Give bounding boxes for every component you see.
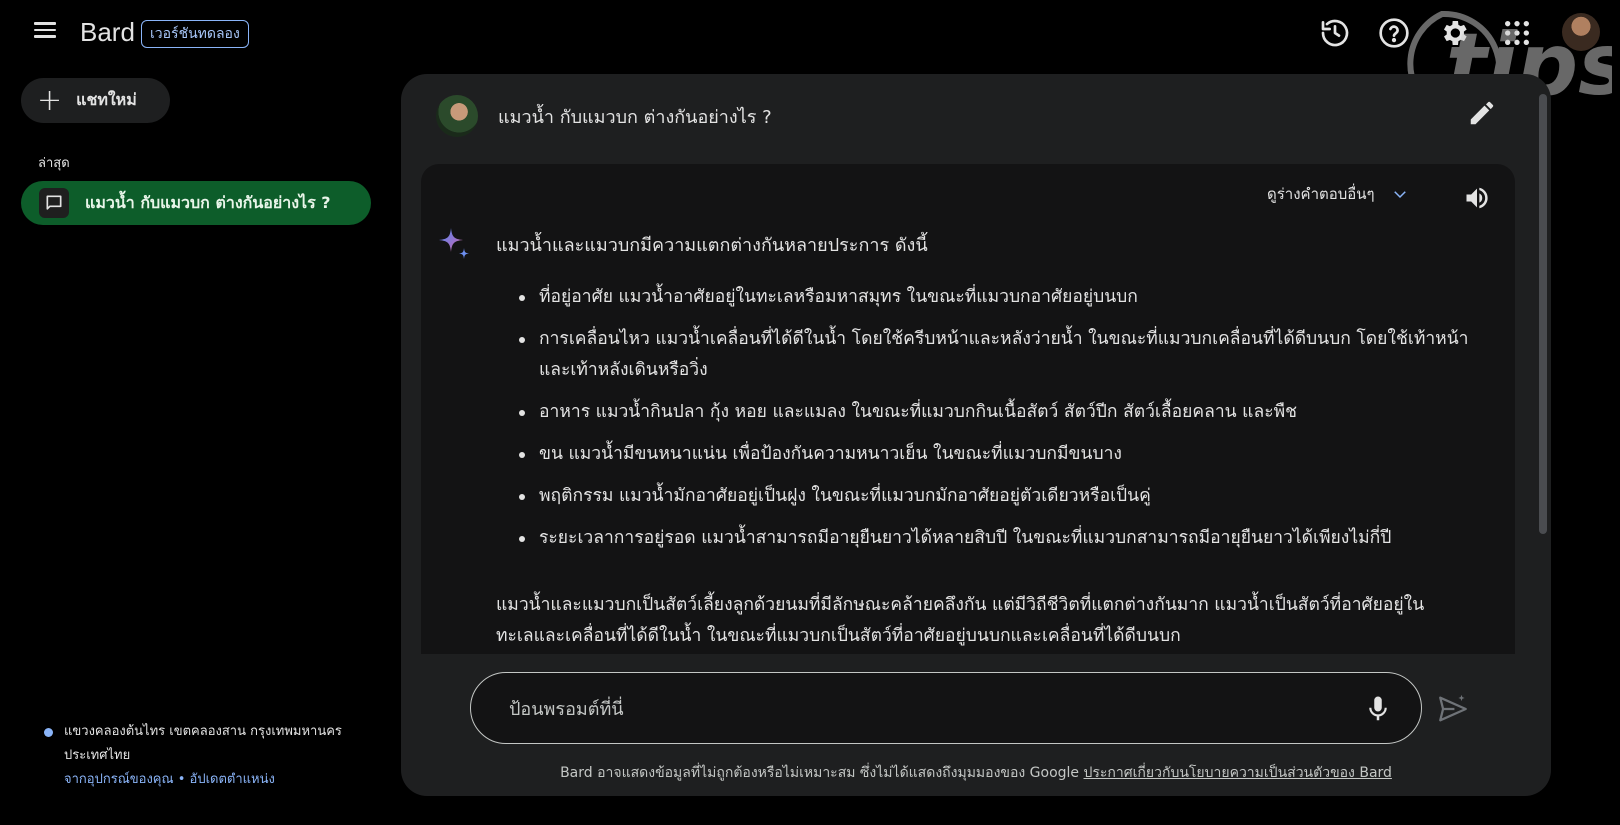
user-prompt-text: แมวน้ำ กับแมวบก ต่างกันอย่างไร ? xyxy=(498,106,772,128)
user-avatar xyxy=(436,95,478,137)
list-item: การเคลื่อนไหว แมวน้ำเคลื่อนที่ได้ดีในน้ำ… xyxy=(519,324,1469,386)
privacy-link[interactable]: ประกาศเกี่ยวกับนโยบายความเป็นส่วนตัวของ … xyxy=(1084,765,1392,781)
list-item: ที่อยู่อาศัย แมวน้ำอาศัยอยู่ในทะเลหรือมห… xyxy=(519,282,1469,313)
menu-icon[interactable] xyxy=(30,18,60,48)
account-avatar[interactable] xyxy=(1562,13,1600,51)
scrollbar-thumb[interactable] xyxy=(1539,94,1547,534)
response-summary: แมวน้ำและแมวบกเป็นสัตว์เลี้ยงลูกด้วยนมที… xyxy=(496,595,1425,646)
new-chat-label: แชทใหม่ xyxy=(76,90,137,109)
list-item: ระยะเวลาการอยู่รอด แมวน้ำสามารถมีอายุยืน… xyxy=(519,523,1469,554)
list-item: ขน แมวน้ำมีขนหนาแน่น เพื่อป้องกันความหนา… xyxy=(519,439,1469,470)
location-text: แขวงคลองต้นไทร เขตคลองสาน กรุงเทพมหานคร … xyxy=(64,724,342,763)
bard-response: ดูร่างคำตอบอื่นๆ แมวน้ำและแมวบกมีความแตก… xyxy=(421,164,1515,654)
response-list: ที่อยู่อาศัย แมวน้ำอาศัยอยู่ในทะเลหรือมห… xyxy=(519,282,1469,565)
microphone-icon[interactable] xyxy=(1363,693,1393,725)
experiment-badge: เวอร์ชันทดลอง xyxy=(141,20,249,48)
edit-pencil-icon[interactable] xyxy=(1467,98,1497,128)
list-item: พฤติกรรม แมวน้ำมักอาศัยอยู่เป็นฝูง ในขณะ… xyxy=(519,481,1469,512)
new-chat-button[interactable]: + แชทใหม่ xyxy=(21,78,170,123)
settings-icon[interactable] xyxy=(1438,17,1470,49)
help-icon[interactable] xyxy=(1378,17,1410,49)
location-separator: • xyxy=(177,772,186,787)
recent-heading: ล่าสุด xyxy=(38,156,70,171)
app-logo[interactable]: Bard xyxy=(80,17,135,48)
drafts-label: ดูร่างคำตอบอื่นๆ xyxy=(1267,185,1375,203)
prompt-box[interactable] xyxy=(470,672,1422,744)
recent-chat-item[interactable]: แมวน้ำ กับแมวบก ต่างกันอย่างไร ? xyxy=(21,181,371,225)
chevron-down-icon xyxy=(1393,191,1406,199)
list-item: อาหาร แมวน้ำกินปลา กุ้ง หอย และแมลง ในขณ… xyxy=(519,397,1469,428)
bard-sparkle-icon xyxy=(439,228,469,259)
location-info: แขวงคลองต้นไทร เขตคลองสาน กรุงเทพมหานคร … xyxy=(44,720,364,792)
disclaimer: Bard อาจแสดงข้อมูลที่ไม่ถูกต้องหรือไม่เห… xyxy=(401,762,1551,784)
apps-grid-icon[interactable] xyxy=(1501,17,1533,49)
chat-bubble-icon xyxy=(39,188,69,218)
speaker-icon[interactable] xyxy=(1463,184,1491,212)
send-icon[interactable] xyxy=(1436,692,1470,726)
location-source-link[interactable]: จากอุปกรณ์ของคุณ xyxy=(64,772,174,787)
prompt-input[interactable] xyxy=(509,693,1329,725)
chat-panel: แมวน้ำ กับแมวบก ต่างกันอย่างไร ? ดูร่างค… xyxy=(401,74,1551,796)
response-intro: แมวน้ำและแมวบกมีความแตกต่างกันหลายประการ… xyxy=(496,235,928,256)
recent-chat-label: แมวน้ำ กับแมวบก ต่างกันอย่างไร ? xyxy=(85,192,331,212)
user-message: แมวน้ำ กับแมวบก ต่างกันอย่างไร ? xyxy=(436,94,772,138)
plus-icon: + xyxy=(37,82,63,118)
top-bar: Bard เวอร์ชันทดลอง tips xyxy=(0,0,1620,136)
update-location-link[interactable]: อัปเดตตำแหน่ง xyxy=(190,772,275,787)
disclaimer-text: Bard อาจแสดงข้อมูลที่ไม่ถูกต้องหรือไม่เห… xyxy=(560,765,1080,781)
location-dot-icon xyxy=(44,728,53,737)
history-icon[interactable] xyxy=(1319,17,1351,49)
view-drafts-button[interactable]: ดูร่างคำตอบอื่นๆ xyxy=(1267,182,1409,206)
